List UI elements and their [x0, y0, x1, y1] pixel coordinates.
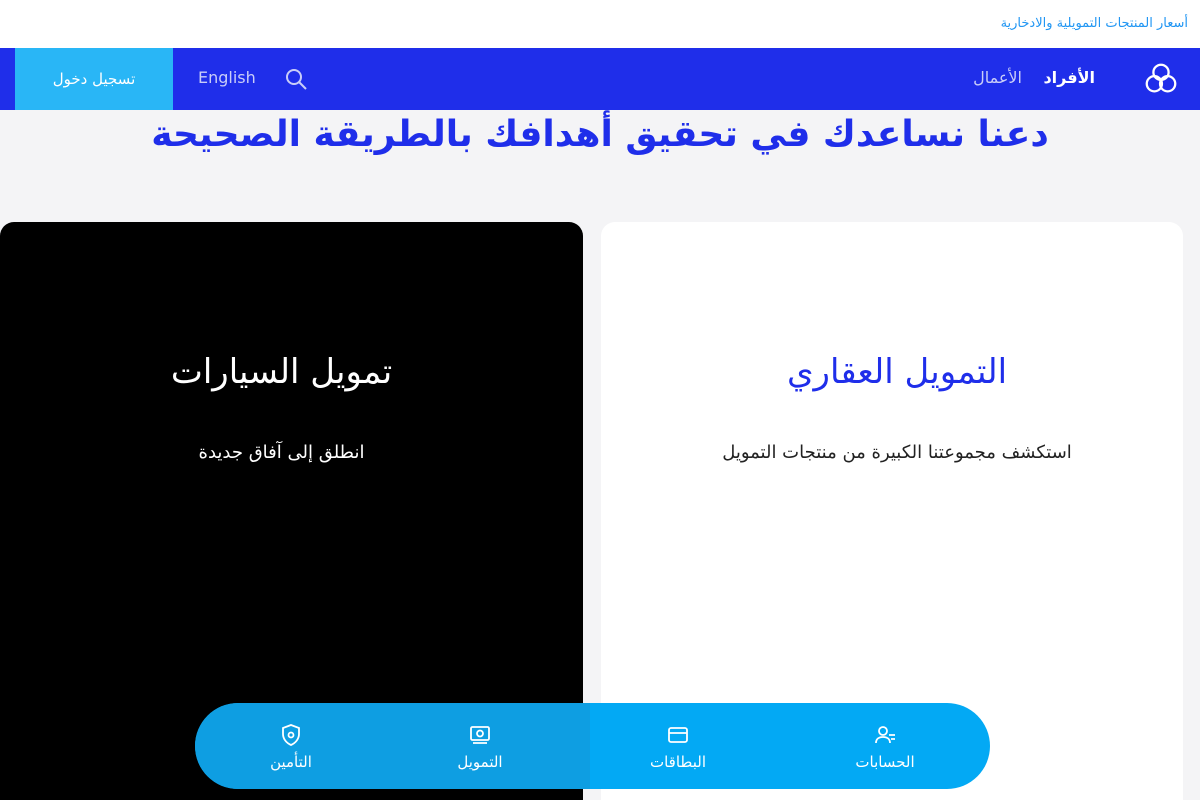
- main-nav: الأفراد الأعمال English: [0, 48, 1200, 110]
- insurance-icon: [282, 724, 300, 746]
- mortgage-title: التمويل العقاري: [786, 352, 1008, 392]
- auto-finance-description: انطلق إلى آفاق جديدة: [198, 442, 365, 463]
- cards-label: البطاقات: [649, 753, 706, 771]
- language-toggle[interactable]: English: [198, 68, 256, 87]
- insurance-label: التأمين: [270, 753, 312, 771]
- top-bar: أسعار المنتجات التمويلية والادخارية: [0, 0, 1200, 48]
- mortgage-description: استكشف مجموعتنا الكبيرة من منتجات التموي…: [722, 442, 1072, 463]
- auto-finance-title: تمويل السيارات: [170, 352, 393, 392]
- bottom-nav-accounts[interactable]: الحسابات: [825, 703, 945, 789]
- accounts-label: الحسابات: [855, 753, 915, 771]
- rates-link[interactable]: أسعار المنتجات التمويلية والادخارية: [1001, 16, 1188, 31]
- financing-icon: [470, 726, 490, 744]
- cards-icon: [668, 727, 688, 743]
- accounts-icon: [875, 726, 895, 744]
- bottom-nav-insurance[interactable]: التأمين: [231, 703, 351, 789]
- bottom-nav-financing[interactable]: التمويل: [420, 703, 540, 789]
- search-icon[interactable]: [284, 67, 310, 93]
- login-button[interactable]: تسجيل دخول: [15, 48, 173, 110]
- financing-label: التمويل: [457, 753, 503, 771]
- bottom-nav: الحسابات البطاقات التمويل التأمين: [195, 703, 990, 789]
- page-headline: دعنا نساعدك في تحقيق أهدافك بالطريقة الص…: [151, 114, 1049, 155]
- bottom-nav-cards[interactable]: البطاقات: [618, 703, 738, 789]
- nav-business[interactable]: الأعمال: [973, 68, 1022, 87]
- nav-individuals[interactable]: الأفراد: [1043, 68, 1095, 87]
- bank-logo-icon[interactable]: [1142, 60, 1180, 98]
